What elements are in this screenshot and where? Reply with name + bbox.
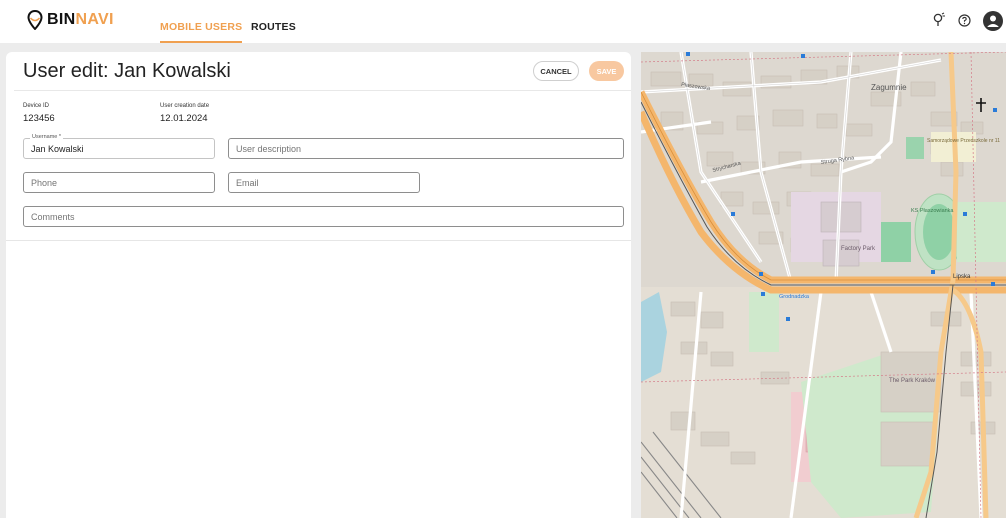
tab-routes[interactable]: ROUTES [251,21,296,33]
empty-panel-area [6,240,631,518]
map-label-lipska: Lipska [953,274,971,280]
map-canvas[interactable]: Zagumnie Płaszowska Strycharska Struga R… [641,52,1006,518]
user-description-field[interactable] [228,138,624,159]
location-pin-icon [27,10,43,30]
creation-date-value: 12.01.2024 [160,113,208,124]
map-label-samorzadowe: Samorządowe Przedszkole nr 11 [927,138,1000,144]
map-view[interactable]: Zagumnie Płaszowska Strycharska Struga R… [641,52,1006,518]
email-input[interactable] [236,173,412,192]
email-field[interactable] [228,172,420,193]
map-label-the-park-krakow: The Park Kraków [889,378,936,384]
username-input[interactable] [31,139,207,158]
logo-text-part1: BIN [47,11,76,28]
map-label-factory-park: Factory Park [841,246,876,252]
save-button[interactable]: SAVE [589,61,624,81]
user-description-input[interactable] [236,139,616,158]
comments-input[interactable] [31,207,616,226]
tab-mobile-users[interactable]: MOBILE USERS [160,21,243,43]
creation-date-label: User creation date [160,103,210,109]
map-label-ks-plaszowianka: KS Płaszowianka [911,208,954,214]
device-id-value: 123456 [23,113,55,124]
location-pin-icon[interactable] [932,12,946,28]
header-divider [14,90,631,91]
logo-text-part2: NAVI [75,11,114,28]
top-bar: BIN NAVI MOBILE USERS ROUTES [0,0,1006,43]
cancel-button[interactable]: CANCEL [533,61,579,81]
page-title: User edit: Jan Kowalski [23,60,231,82]
device-id-label: Device ID [23,103,50,109]
username-field[interactable]: Username * [23,134,215,159]
phone-input[interactable] [31,173,207,192]
map-label-zagumnie: Zagumnie [871,83,907,92]
comments-field[interactable] [23,206,624,227]
phone-field[interactable] [23,172,215,193]
app-logo[interactable]: BIN NAVI [27,10,114,30]
help-icon[interactable] [958,14,971,27]
map-label-grodnadzka: Grodnadzka [779,294,810,300]
account-icon[interactable] [983,11,1003,31]
